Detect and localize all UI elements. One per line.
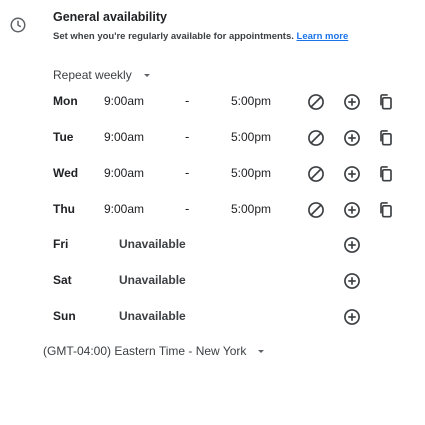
time-separator: -	[185, 201, 190, 216]
start-time-input[interactable]: 9:00am	[104, 130, 144, 144]
day-label: Wed	[53, 166, 79, 180]
block-icon[interactable]	[306, 200, 326, 220]
copy-icon[interactable]	[376, 200, 396, 220]
section-title: General availability	[53, 10, 167, 24]
copy-icon[interactable]	[376, 164, 396, 184]
copy-icon[interactable]	[376, 92, 396, 112]
time-separator: -	[185, 165, 190, 180]
timezone-dropdown[interactable]: (GMT-04:00) Eastern Time - New York	[43, 344, 266, 358]
add-circle-icon[interactable]	[342, 200, 362, 220]
day-label: Fri	[53, 237, 69, 251]
unavailable-status: Unavailable	[119, 273, 186, 287]
day-label: Thu	[53, 202, 75, 216]
availability-panel: General availability Set when you're reg…	[0, 0, 425, 425]
day-label: Sat	[53, 273, 72, 287]
end-time-input[interactable]: 5:00pm	[231, 94, 271, 108]
caret-down-icon	[258, 350, 265, 353]
day-row-sun: Sun Unavailable	[0, 301, 425, 331]
day-row-sat: Sat Unavailable	[0, 265, 425, 295]
description-text: Set when you're regularly available for …	[53, 31, 294, 42]
clock-icon	[10, 17, 26, 33]
day-label: Mon	[53, 94, 78, 108]
start-time-input[interactable]: 9:00am	[104, 94, 144, 108]
repeat-dropdown[interactable]: Repeat weekly	[53, 68, 152, 82]
add-circle-icon[interactable]	[342, 92, 362, 112]
day-row-mon: Mon 9:00am - 5:00pm	[0, 86, 425, 116]
add-circle-icon[interactable]	[342, 271, 362, 291]
add-circle-icon[interactable]	[342, 307, 362, 327]
copy-icon[interactable]	[376, 128, 396, 148]
unavailable-status: Unavailable	[119, 309, 186, 323]
start-time-input[interactable]: 9:00am	[104, 202, 144, 216]
day-row-thu: Thu 9:00am - 5:00pm	[0, 194, 425, 224]
timezone-label: (GMT-04:00) Eastern Time - New York	[43, 344, 247, 358]
section-description: Set when you're regularly available for …	[53, 31, 348, 42]
add-circle-icon[interactable]	[342, 164, 362, 184]
day-label: Tue	[53, 130, 74, 144]
add-circle-icon[interactable]	[342, 128, 362, 148]
block-icon[interactable]	[306, 128, 326, 148]
add-circle-icon[interactable]	[342, 235, 362, 255]
day-row-fri: Fri Unavailable	[0, 229, 425, 259]
day-row-tue: Tue 9:00am - 5:00pm	[0, 122, 425, 152]
unavailable-status: Unavailable	[119, 237, 186, 251]
repeat-label: Repeat weekly	[53, 68, 132, 82]
time-separator: -	[185, 93, 190, 108]
start-time-input[interactable]: 9:00am	[104, 166, 144, 180]
learn-more-link[interactable]: Learn more	[297, 31, 349, 42]
block-icon[interactable]	[306, 92, 326, 112]
end-time-input[interactable]: 5:00pm	[231, 130, 271, 144]
block-icon[interactable]	[306, 164, 326, 184]
day-row-wed: Wed 9:00am - 5:00pm	[0, 158, 425, 188]
day-label: Sun	[53, 309, 76, 323]
end-time-input[interactable]: 5:00pm	[231, 202, 271, 216]
caret-down-icon	[143, 74, 150, 77]
end-time-input[interactable]: 5:00pm	[231, 166, 271, 180]
time-separator: -	[185, 129, 190, 144]
